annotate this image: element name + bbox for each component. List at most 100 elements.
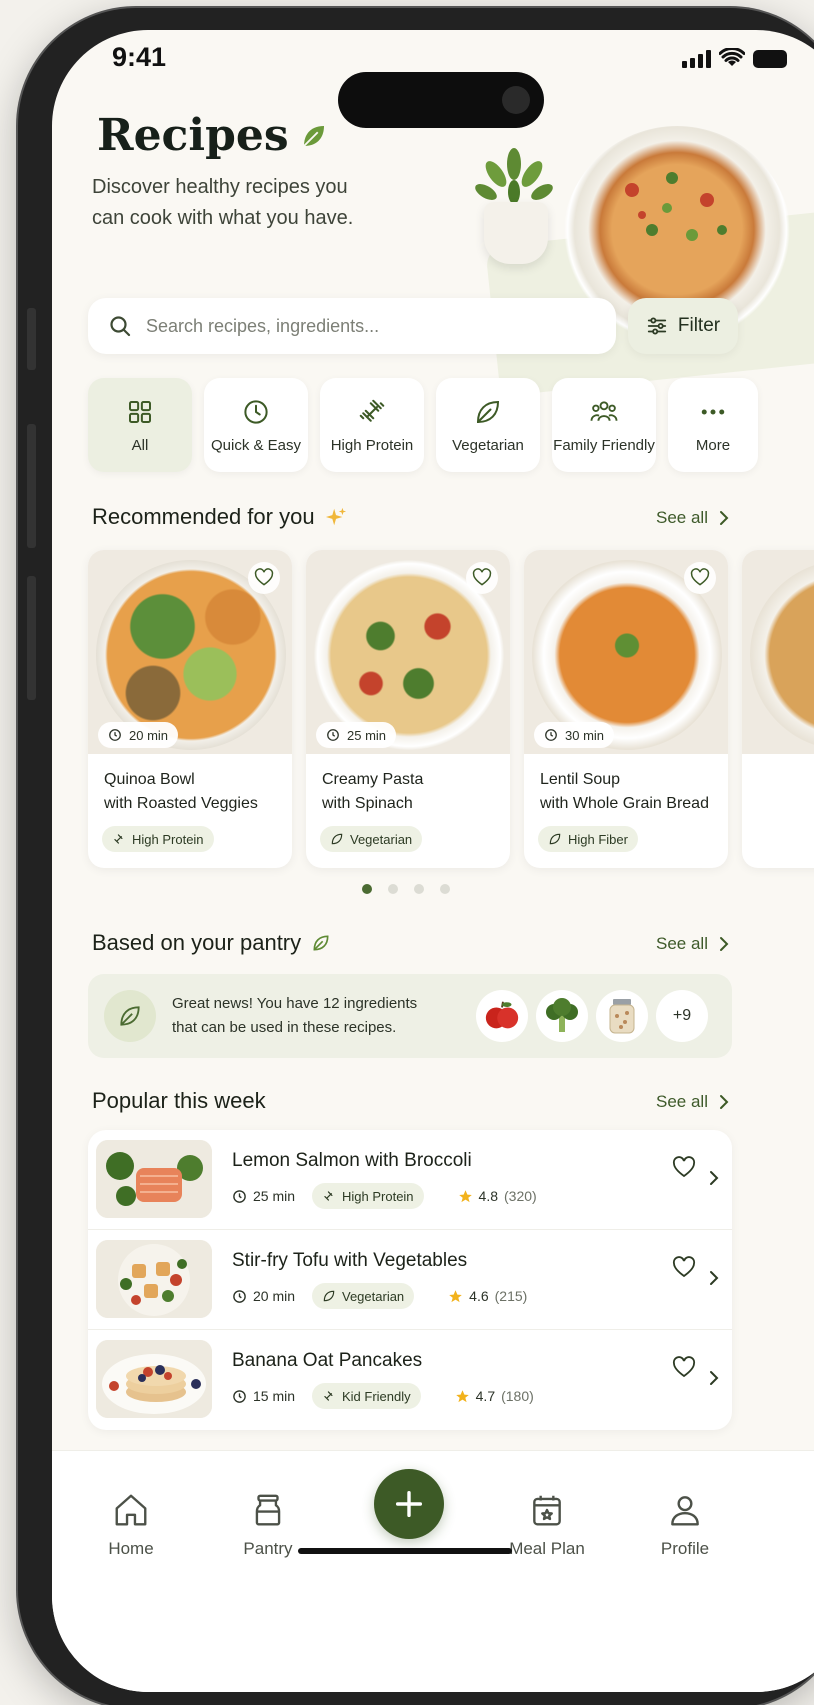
- dynamic-island: [338, 72, 544, 128]
- see-all-label: See all: [656, 1092, 708, 1111]
- section-title-text: Based on your pantry: [92, 930, 302, 955]
- review-count: (215): [494, 1288, 528, 1304]
- screen: 9:41 Recipes Discover healthy recipes yo…: [52, 30, 814, 1692]
- recipe-image: 30 min: [524, 550, 728, 754]
- pantry-message-line: that can be used in these recipes.: [172, 1019, 397, 1036]
- list-item[interactable]: Banana Oat Pancakes 15 min Kid Friendly …: [88, 1330, 732, 1430]
- recommended-carousel[interactable]: 20 min Quinoa Bowl with Roasted Veggies …: [88, 550, 814, 868]
- category-label: Family Friendly: [553, 436, 655, 454]
- rating-value: 4.7: [475, 1388, 496, 1404]
- recipe-name: Creamy Pasta with Spinach: [322, 768, 423, 816]
- time-badge: 30 min: [534, 722, 615, 748]
- heart-icon: [472, 568, 492, 586]
- apple-icon: [485, 1001, 519, 1029]
- tab-profile[interactable]: Profile: [630, 1491, 740, 1559]
- carousel-dot[interactable]: [440, 884, 450, 894]
- recipe-card[interactable]: 30 min Lentil Soup with Whole Grain Brea…: [524, 550, 728, 868]
- star-icon: [455, 1389, 469, 1402]
- carousel-indicator: [362, 884, 450, 894]
- favorite-button[interactable]: [684, 562, 716, 594]
- recipe-name: Quinoa Bowl with Roasted Veggies: [104, 768, 258, 816]
- recipe-card[interactable]: 20 min Quinoa Bowl with Roasted Veggies …: [88, 550, 292, 868]
- recipe-name: Stir-fry Tofu with Vegetables: [232, 1250, 468, 1271]
- more-ingredients-badge[interactable]: +9: [656, 990, 708, 1042]
- pantry-leaf-badge: [104, 990, 156, 1042]
- rating: 4.6 (215): [448, 1288, 527, 1304]
- category-high-protein[interactable]: High Protein: [320, 378, 424, 472]
- tab-label: Home: [108, 1539, 154, 1558]
- pantry-banner[interactable]: Great news! You have 12 ingredients that…: [88, 974, 732, 1058]
- category-quick-easy[interactable]: Quick & Easy: [204, 378, 308, 472]
- clock-icon: [109, 729, 121, 741]
- recipe-image: 20 min: [88, 550, 292, 754]
- category-vegetarian[interactable]: Vegetarian: [436, 378, 540, 472]
- filter-label: Filter: [677, 315, 721, 336]
- tab-label: Profile: [660, 1539, 710, 1558]
- tab-bar: Home Pantry Meal Plan Profile: [52, 1450, 814, 1692]
- category-more[interactable]: More: [668, 378, 758, 472]
- chevron-right-icon: [719, 1095, 729, 1109]
- see-all-pantry[interactable]: See all: [656, 934, 730, 954]
- rating: 4.8 (320): [458, 1188, 537, 1204]
- chevron-right-icon[interactable]: [708, 1270, 720, 1286]
- add-recipe-button[interactable]: [374, 1469, 444, 1539]
- tab-label: Pantry: [243, 1539, 293, 1558]
- status-time: 9:41: [112, 42, 167, 72]
- heart-icon[interactable]: [672, 1156, 696, 1180]
- tag-label: High Protein: [132, 831, 204, 847]
- category-list: All Quick & Easy High Protein Vegetarian: [88, 378, 758, 472]
- battery-icon: [753, 50, 787, 68]
- carousel-dot[interactable]: [388, 884, 398, 894]
- hero-pasta-garnish: [625, 172, 727, 241]
- time-label: 25 min: [253, 1188, 296, 1204]
- broccoli-icon: [546, 998, 578, 1032]
- category-family-friendly[interactable]: Family Friendly: [552, 378, 656, 472]
- section-title-text: Popular this week: [92, 1088, 266, 1113]
- time-info: 25 min: [232, 1188, 302, 1204]
- search-bar[interactable]: [88, 298, 616, 354]
- see-all-popular[interactable]: See all: [656, 1092, 730, 1112]
- list-item[interactable]: Lemon Salmon with Broccoli 25 min High P…: [88, 1130, 732, 1230]
- heart-icon[interactable]: [672, 1356, 696, 1380]
- favorite-button[interactable]: [466, 562, 498, 594]
- hero-pot-image: [484, 202, 548, 264]
- star-icon: [449, 1289, 462, 1302]
- heart-icon[interactable]: [672, 1256, 696, 1280]
- tab-home[interactable]: Home: [76, 1491, 186, 1559]
- dumbbell-icon: [114, 834, 123, 844]
- leaf-icon: [120, 1006, 140, 1026]
- recipe-name-line: Lentil Soup: [540, 771, 621, 788]
- time-info: 15 min: [232, 1388, 302, 1404]
- recipe-name: Lentil Soup with Whole Grain Bread: [540, 768, 709, 816]
- ingredient-broccoli: [536, 990, 588, 1042]
- carousel-dot[interactable]: [362, 884, 372, 894]
- side-button: [27, 424, 36, 548]
- recipe-tag: High Protein: [312, 1183, 424, 1209]
- recipe-thumbnail: [96, 1340, 212, 1418]
- category-label: More: [695, 436, 731, 454]
- list-item[interactable]: Stir-fry Tofu with Vegetables 20 min Veg…: [88, 1230, 732, 1330]
- tab-label: Meal Plan: [509, 1539, 585, 1558]
- recipe-card[interactable]: 25 min Creamy Pasta with Spinach Vegetar…: [306, 550, 510, 868]
- chevron-right-icon[interactable]: [708, 1370, 720, 1386]
- filter-button[interactable]: Filter: [628, 298, 738, 354]
- category-all[interactable]: All: [88, 378, 192, 472]
- recipe-card-peek[interactable]: [742, 550, 814, 868]
- more-ingredients-count: +9: [672, 1007, 692, 1024]
- time-badge: 25 min: [316, 722, 397, 748]
- see-all-recommended[interactable]: See all: [656, 508, 730, 528]
- search-input[interactable]: [146, 315, 566, 337]
- clock-icon: [233, 1189, 246, 1203]
- leaf-icon: [331, 833, 343, 845]
- chevron-right-icon[interactable]: [708, 1170, 720, 1186]
- grid-icon: [129, 400, 151, 423]
- jar-icon: [609, 999, 635, 1034]
- pantry-ingredients: +9: [476, 990, 708, 1042]
- category-label: High Protein: [330, 436, 414, 454]
- carousel-dot[interactable]: [414, 884, 424, 894]
- tag-label: Vegetarian: [342, 1288, 405, 1304]
- tag-label: Vegetarian: [350, 831, 413, 847]
- ingredient-apple: [476, 990, 528, 1042]
- section-title-text: Recommended for you: [92, 504, 315, 529]
- favorite-button[interactable]: [248, 562, 280, 594]
